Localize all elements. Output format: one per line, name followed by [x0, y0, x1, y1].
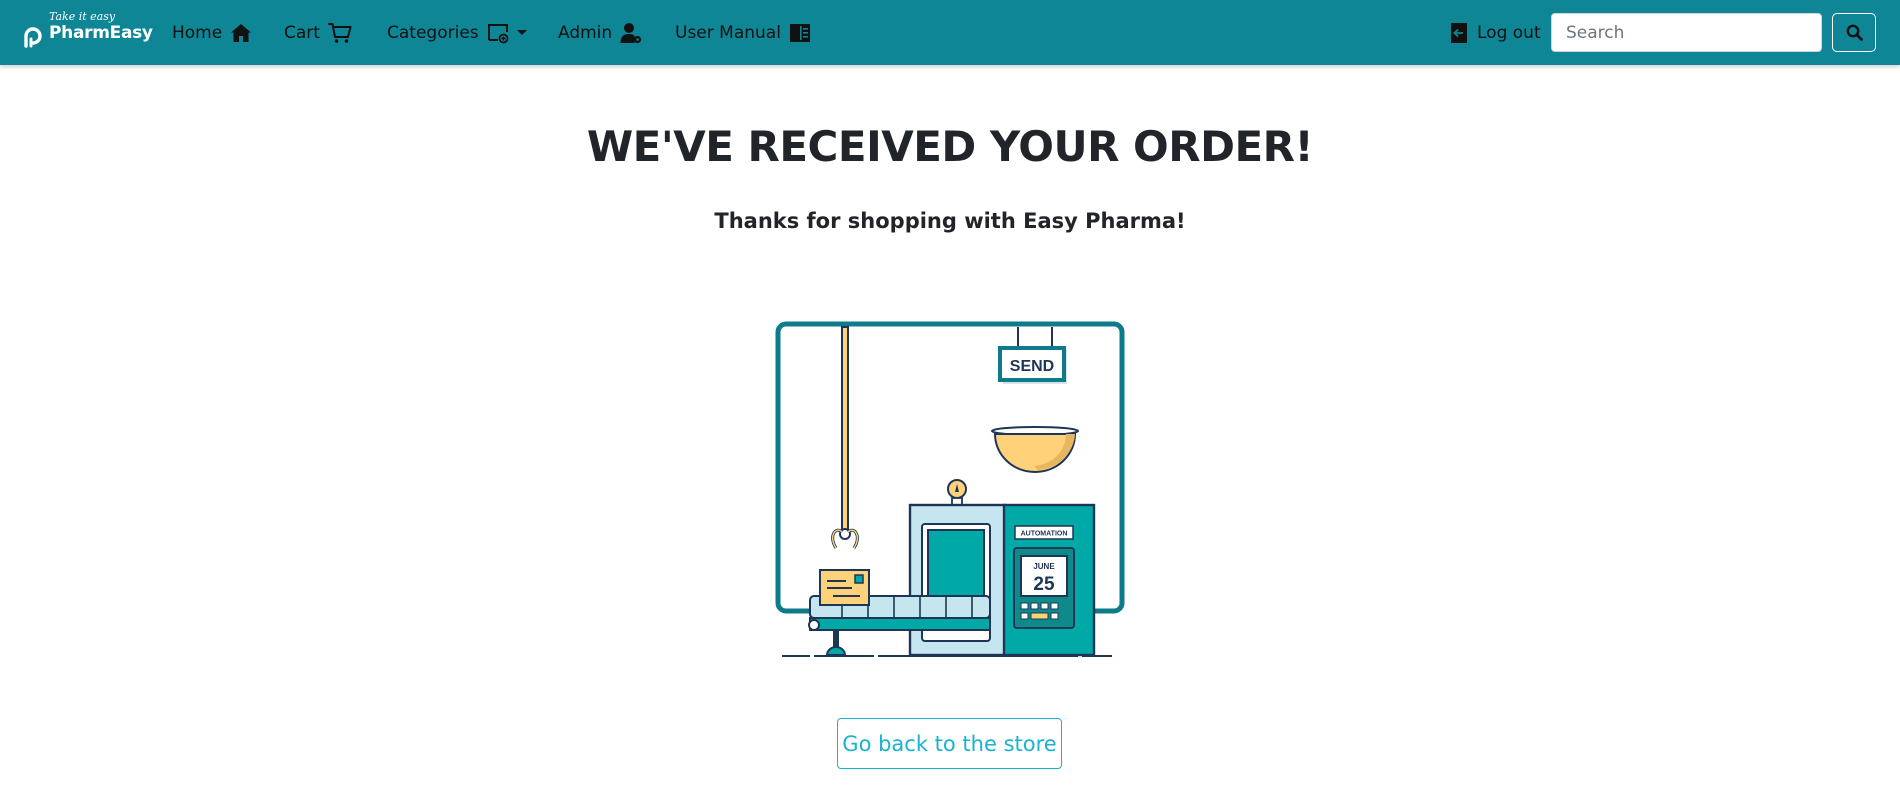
- home-icon: [231, 23, 252, 42]
- nav-home-label: Home: [172, 22, 223, 43]
- send-sign-text: SEND: [1010, 358, 1054, 375]
- order-automation-illustration: SEND AUTOMATION JUNE 25: [775, 321, 1125, 657]
- admin-user-icon: [620, 22, 642, 43]
- nav-user-manual-label: User Manual: [675, 22, 781, 43]
- logout-icon: [1451, 22, 1467, 43]
- nav-admin[interactable]: Admin: [558, 0, 642, 65]
- back-to-store-button[interactable]: Go back to the store: [837, 718, 1062, 769]
- nav-categories-label: Categories: [387, 22, 479, 43]
- pharmeasy-logo-icon: [24, 27, 42, 48]
- chevron-down-icon: [516, 30, 527, 35]
- book-icon: [789, 23, 810, 42]
- search-icon: [1846, 24, 1863, 41]
- automation-panel-label: AUTOMATION: [1021, 531, 1068, 538]
- nav-home[interactable]: Home: [172, 0, 252, 65]
- nav-categories-dropdown[interactable]: Categories: [387, 0, 527, 65]
- nav-logout-label: Log out: [1477, 22, 1541, 43]
- categories-icon: [487, 23, 509, 43]
- calendar-month: JUNE: [1033, 562, 1055, 571]
- brand-logo[interactable]: Take it easy PharmEasy: [22, 9, 153, 49]
- thank-you-message: Thanks for shopping with Easy Pharma!: [714, 209, 1186, 233]
- nav-user-manual[interactable]: User Manual: [675, 0, 811, 65]
- cart-icon: [327, 22, 352, 43]
- nav-logout[interactable]: Log out: [1451, 0, 1541, 65]
- brand-name: PharmEasy: [49, 23, 153, 43]
- nav-cart[interactable]: Cart: [284, 0, 352, 65]
- calendar-day: 25: [1033, 574, 1055, 595]
- nav-cart-label: Cart: [284, 22, 320, 43]
- search-input[interactable]: [1551, 13, 1822, 52]
- page-title: WE'VE RECEIVED YOUR ORDER!: [586, 122, 1314, 171]
- navbar: Take it easy PharmEasy Home Cart Categor…: [0, 0, 1900, 65]
- nav-admin-label: Admin: [558, 22, 613, 43]
- search-button[interactable]: [1832, 13, 1876, 52]
- brand-tagline: Take it easy: [49, 10, 116, 23]
